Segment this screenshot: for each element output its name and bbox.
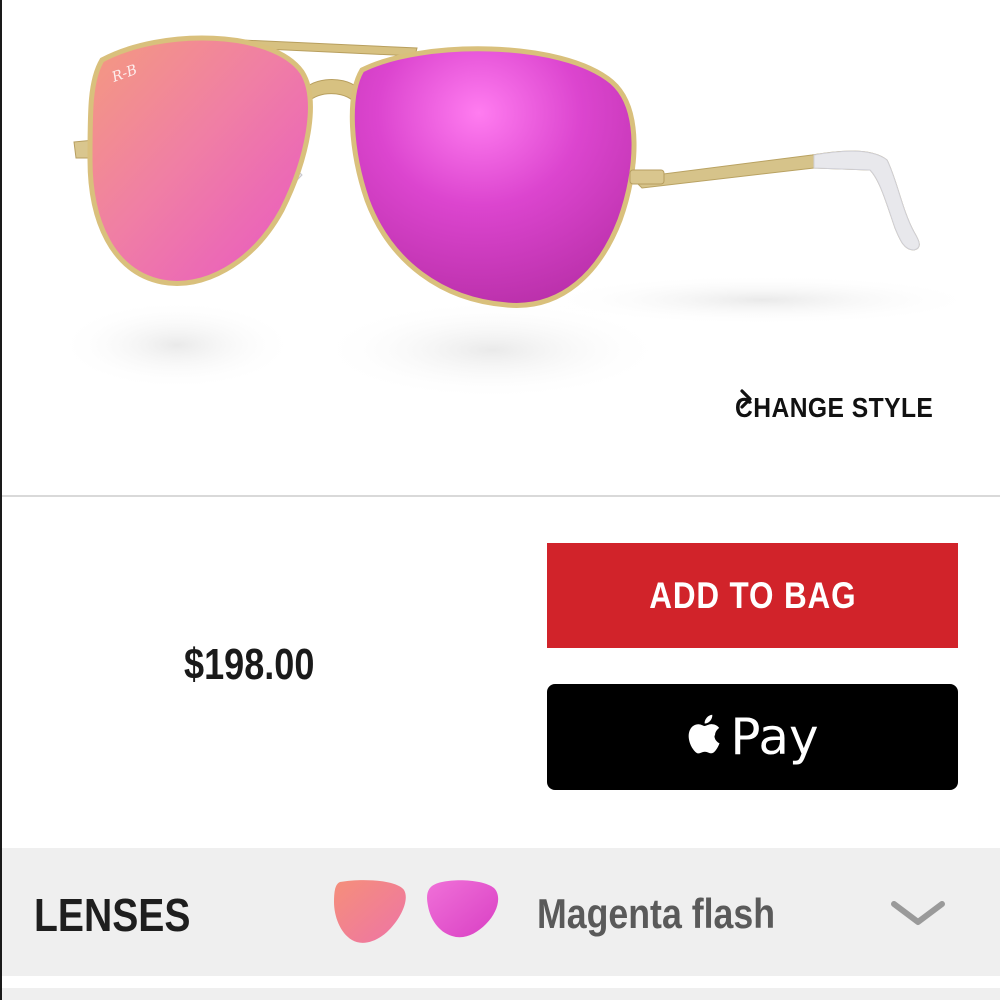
apple-icon: [689, 714, 720, 754]
chevron-down-icon: [891, 901, 945, 925]
lens-swatch-icon: [334, 880, 499, 943]
apple-pay-label: Pay: [730, 708, 819, 766]
lenses-selector[interactable]: LENSES Magenta flash: [2, 848, 1000, 976]
add-to-bag-button[interactable]: ADD TO BAG: [547, 543, 958, 648]
change-style-link[interactable]: CHANGE STYLE: [735, 388, 960, 428]
change-style-label: CHANGE STYLE: [735, 392, 934, 423]
lenses-label: LENSES: [34, 889, 191, 941]
apple-pay-button[interactable]: Pay: [547, 684, 958, 790]
add-to-bag-label: ADD TO BAG: [648, 574, 857, 616]
product-price: $198.00: [184, 640, 315, 689]
product-image-area: R‑B CHANGE STYLE: [2, 0, 1000, 495]
section-divider: [2, 495, 1000, 497]
selected-lens-name: Magenta flash: [537, 890, 776, 937]
chevron-right-icon: [740, 389, 752, 409]
product-page: R‑B CHANGE STYLE $198.00 ADD TO BAG Pay …: [0, 0, 1000, 1000]
next-row-edge: [2, 988, 1000, 1000]
